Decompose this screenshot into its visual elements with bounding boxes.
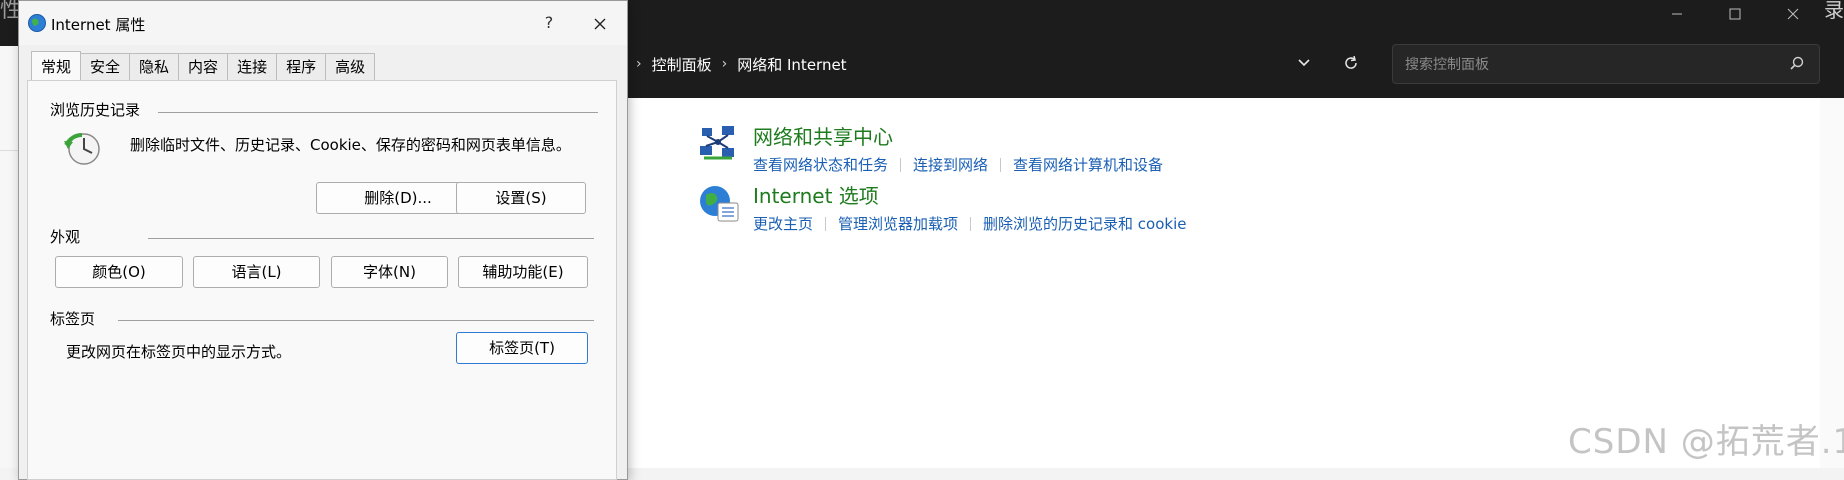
chevron-down-icon: [1298, 59, 1310, 67]
fonts-button[interactable]: 字体(N): [331, 256, 448, 288]
divider: [970, 216, 972, 231]
scrollbar-track[interactable]: [1820, 98, 1844, 468]
maximize-button[interactable]: [1706, 0, 1764, 28]
tab-programs[interactable]: 程序: [276, 53, 327, 80]
corner-fragment: 录: [1824, 0, 1844, 22]
link-manage-addons[interactable]: 管理浏览器加载项: [838, 213, 958, 234]
tab-content[interactable]: 内容: [178, 53, 229, 80]
minimize-icon: [1672, 13, 1682, 15]
category-title[interactable]: Internet 选项: [753, 180, 1187, 209]
network-center-icon: [700, 126, 734, 160]
internet-properties-dialog: Internet 属性 ? 常规 安全 隐私 内容 连接 程序 高级 浏览历史记…: [18, 0, 628, 480]
window-controls: [1648, 0, 1822, 30]
chevron-right-icon: ›: [721, 56, 728, 72]
dialog-title: Internet 属性: [51, 16, 146, 34]
breadcrumb-item-network[interactable]: 网络和 Internet: [737, 54, 846, 75]
tabs-description: 更改网页在标签页中的显示方式。: [66, 343, 292, 361]
maximize-icon: [1729, 8, 1741, 20]
languages-button[interactable]: 语言(L): [193, 256, 320, 288]
category-links: 更改主页 管理浏览器加载项 删除浏览的历史记录和 cookie: [753, 213, 1187, 234]
internet-globe-icon: [28, 14, 46, 32]
search-input[interactable]: [1403, 53, 1767, 77]
category-internet-options: Internet 选项 更改主页 管理浏览器加载项 删除浏览的历史记录和 coo…: [753, 180, 1187, 234]
link-view-network-computers[interactable]: 查看网络计算机和设备: [1013, 154, 1163, 175]
close-icon: [1787, 8, 1799, 20]
history-group-label: 浏览历史记录: [50, 101, 141, 119]
category-title[interactable]: 网络和共享中心: [753, 121, 1163, 150]
tab-bar: 常规 安全 隐私 内容 连接 程序 高级: [31, 51, 376, 81]
category-links: 查看网络状态和任务 连接到网络 查看网络计算机和设备: [753, 154, 1163, 175]
link-delete-history[interactable]: 删除浏览的历史记录和 cookie: [983, 213, 1186, 234]
history-clock-icon: [64, 133, 100, 165]
close-icon: [594, 18, 606, 30]
breadcrumb: › 控制面板 › 网络和 Internet: [636, 52, 847, 76]
divider: [1000, 157, 1002, 172]
chevron-right-icon: ›: [636, 56, 642, 72]
accessibility-button[interactable]: 辅助功能(E): [458, 256, 588, 288]
history-description: 删除临时文件、历史记录、Cookie、保存的密码和网页表单信息。: [130, 136, 571, 154]
group-divider: [118, 320, 594, 321]
link-view-network-status[interactable]: 查看网络状态和任务: [753, 154, 888, 175]
help-button[interactable]: ?: [535, 13, 563, 32]
tab-security[interactable]: 安全: [80, 53, 131, 80]
link-change-homepage[interactable]: 更改主页: [753, 213, 813, 234]
tab-advanced[interactable]: 高级: [325, 53, 376, 80]
address-dropdown-button[interactable]: [1296, 54, 1312, 74]
tab-privacy[interactable]: 隐私: [129, 53, 180, 80]
minimize-button[interactable]: [1648, 0, 1706, 28]
link-connect-network[interactable]: 连接到网络: [913, 154, 988, 175]
tab-connections[interactable]: 连接: [227, 53, 278, 80]
internet-options-icon: [700, 186, 739, 222]
divider: [900, 157, 902, 172]
tabs-settings-button[interactable]: 标签页(T): [456, 332, 588, 364]
group-divider: [148, 238, 594, 239]
category-network-center: 网络和共享中心 查看网络状态和任务 连接到网络 查看网络计算机和设备: [753, 121, 1163, 175]
history-settings-button[interactable]: 设置(S): [456, 182, 586, 214]
appearance-group-label: 外观: [50, 228, 81, 246]
tab-general[interactable]: 常规: [31, 51, 82, 80]
search-icon: [1790, 56, 1804, 70]
colors-button[interactable]: 颜色(O): [55, 256, 183, 288]
refresh-button[interactable]: [1342, 54, 1360, 76]
divider: [825, 216, 827, 231]
breadcrumb-item-control-panel[interactable]: 控制面板: [652, 54, 712, 75]
group-divider: [158, 112, 598, 113]
search-box[interactable]: [1392, 44, 1820, 84]
dialog-close-button[interactable]: [585, 11, 615, 37]
tabs-group-label: 标签页: [50, 310, 96, 328]
general-tab-panel: 浏览历史记录 删除临时文件、历史记录、Cookie、保存的密码和网页表单信息。 …: [27, 80, 617, 480]
close-button[interactable]: [1764, 0, 1822, 28]
refresh-icon: [1345, 55, 1357, 69]
watermark: CSDN @拓荒者.1: [1568, 422, 1844, 462]
